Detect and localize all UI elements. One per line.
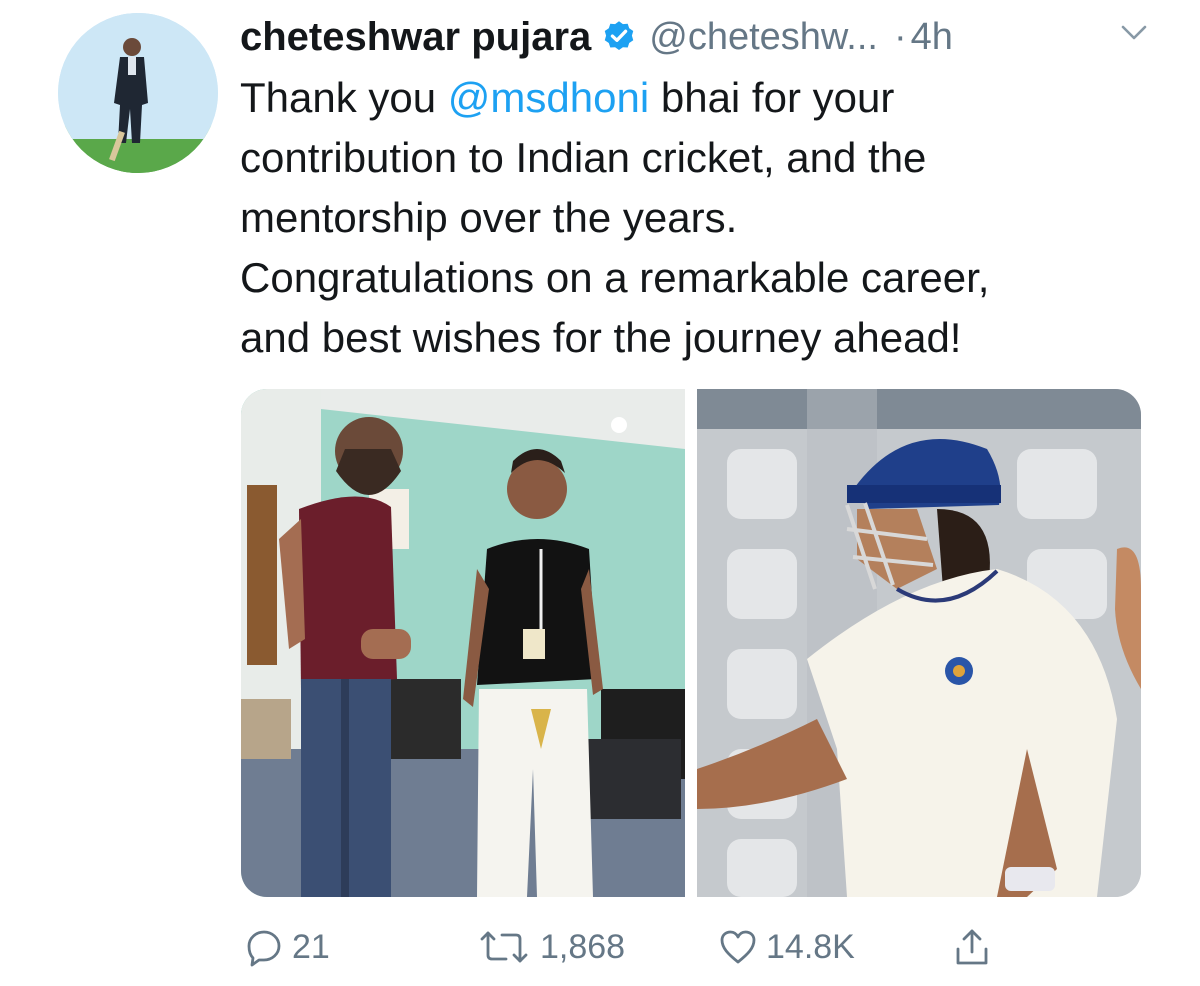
reply-count: 21	[292, 927, 330, 966]
tweet-line-1: Thank you @msdhoni bhai for your	[240, 68, 1140, 128]
tweet-actions: 21 1,868 14.8K	[240, 922, 1140, 972]
tweet-text-after-mention: bhai for your	[649, 74, 895, 121]
author-name[interactable]: cheteshwar pujara	[240, 15, 591, 60]
tweet-line-3: mentorship over the years.	[240, 194, 738, 241]
tweet-header: cheteshwar pujara @cheteshw... · 4h	[240, 12, 1160, 62]
verified-badge-icon	[601, 19, 637, 55]
like-icon	[720, 930, 756, 964]
tweet-line-2: contribution to Indian cricket, and the	[240, 134, 927, 181]
reply-button[interactable]: 21	[244, 922, 330, 972]
separator-dot: ·	[893, 15, 907, 58]
tweet-media	[241, 389, 1141, 897]
tweet-line-4: Congratulations on a remarkable career,	[240, 254, 990, 301]
tweet-text: Thank you @msdhoni bhai for your contrib…	[240, 68, 1140, 368]
avatar-photo	[58, 13, 218, 173]
mention-link[interactable]: @msdhoni	[448, 74, 649, 121]
reply-icon	[247, 930, 281, 967]
share-button[interactable]	[952, 922, 1000, 972]
retweet-icon	[480, 931, 528, 963]
media-photo-2[interactable]	[697, 389, 1141, 897]
tweet-line-5: and best wishes for the journey ahead!	[240, 314, 962, 361]
share-icon	[956, 929, 988, 965]
avatar[interactable]	[58, 13, 218, 173]
author-handle[interactable]: @cheteshw...	[649, 16, 878, 59]
retweet-count: 1,868	[540, 927, 626, 966]
tweet-text-start: Thank you	[240, 74, 448, 121]
retweet-button[interactable]: 1,868	[476, 922, 625, 972]
timestamp[interactable]: 4h	[911, 16, 953, 59]
like-button[interactable]: 14.8K	[718, 922, 855, 972]
like-count: 14.8K	[766, 927, 855, 966]
media-photo-1[interactable]	[241, 389, 685, 897]
chevron-down-icon[interactable]	[1118, 16, 1150, 48]
